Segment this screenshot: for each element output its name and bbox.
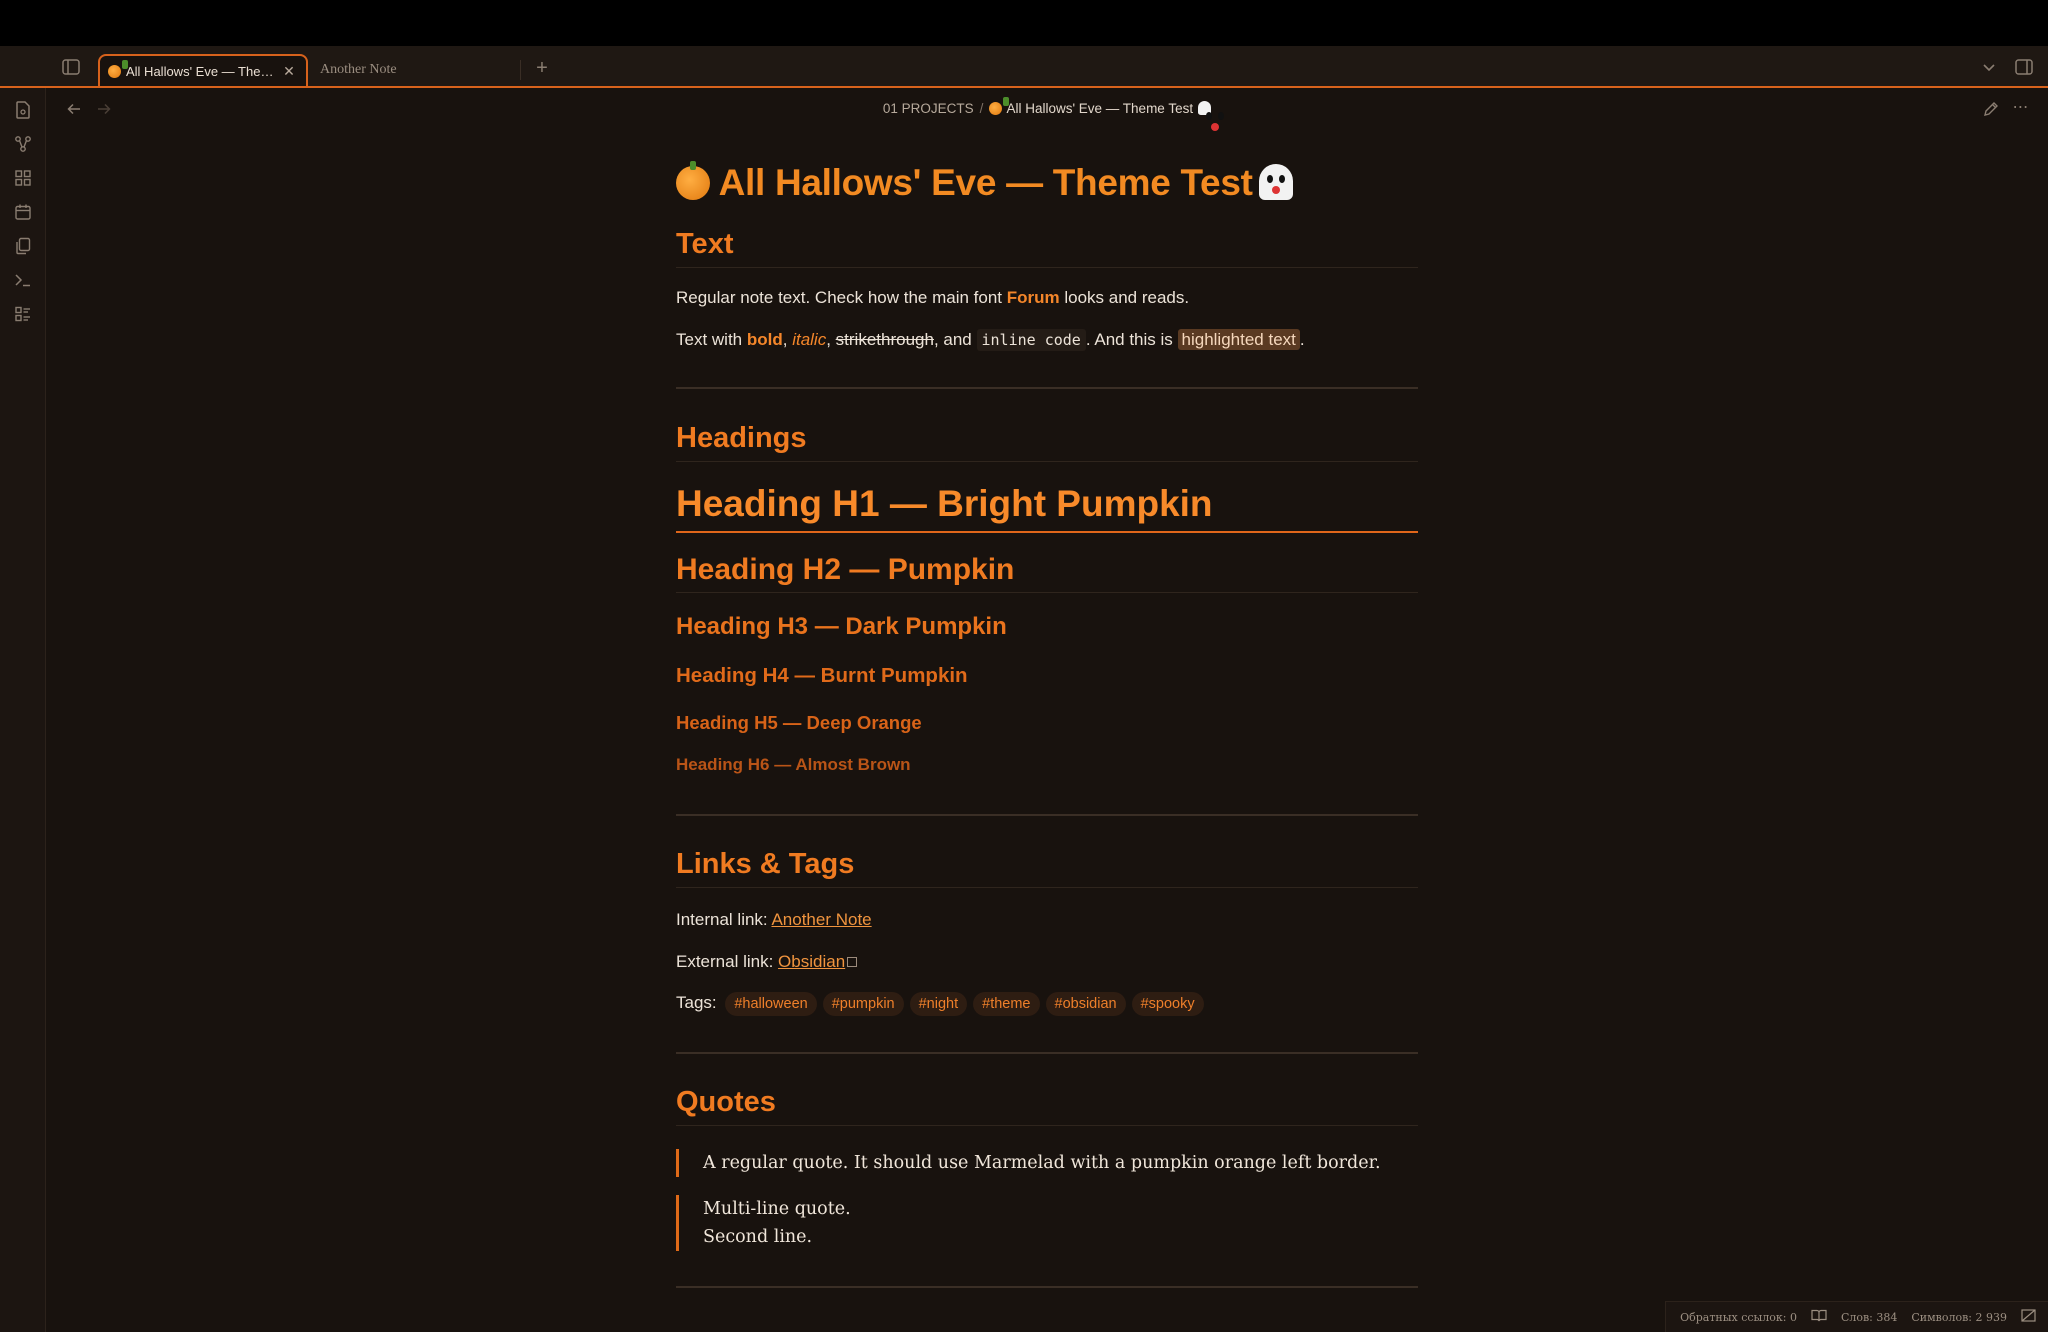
window-top-bar	[0, 0, 2048, 46]
blockquote: A regular quote. It should use Marmelad …	[676, 1149, 1418, 1177]
heading-h1: Heading H1 — Bright Pumpkin	[676, 483, 1418, 533]
paragraph-external-link: External link: Obsidian	[676, 952, 1418, 972]
breadcrumb-folder[interactable]: 01 PROJECTS	[883, 101, 974, 116]
note-title: All Hallows' Eve — Theme Test	[676, 161, 1293, 204]
terminal-icon[interactable]	[13, 270, 33, 290]
text-run: ,	[826, 330, 836, 349]
edit-pencil-icon[interactable]	[1981, 99, 2001, 119]
bold-font-name: Forum	[1006, 288, 1060, 307]
text-run: , and	[933, 330, 977, 349]
horizontal-rule	[676, 814, 1418, 816]
new-tab-icon[interactable]: +	[530, 56, 554, 80]
external-link[interactable]: Obsidian	[778, 952, 845, 971]
more-options-icon[interactable]: ⋯	[2010, 97, 2032, 117]
close-icon[interactable]: ✕	[280, 63, 298, 80]
section-heading-links-tags: Links & Tags	[676, 848, 1418, 888]
internal-link[interactable]: Another Note	[771, 910, 871, 929]
quote-line: Multi-line quote.	[703, 1199, 851, 1219]
tab-label: All Hallows' Eve — Theme...	[126, 63, 280, 79]
view-header: 01 PROJECTS / All Hallows' Eve — Theme Tes…	[46, 88, 2048, 131]
italic-text: italic	[792, 330, 827, 349]
section-heading-text: Text	[676, 228, 1418, 268]
breadcrumb: 01 PROJECTS / All Hallows' Eve — Theme Tes…	[46, 97, 2048, 131]
tag-theme[interactable]: #theme	[973, 992, 1040, 1016]
bold-text: bold	[746, 330, 783, 349]
text-run: Internal link:	[676, 910, 772, 929]
paragraph-regular-text: Regular note text. Check how the main fo…	[676, 288, 1418, 308]
horizontal-rule	[676, 1286, 1418, 1288]
backlinks-count[interactable]: Обратных ссылок: 0	[1680, 1311, 1797, 1324]
inline-code: inline code	[976, 329, 1086, 351]
external-link-icon	[847, 957, 858, 967]
tag-pumpkin[interactable]: #pumpkin	[822, 992, 904, 1016]
graph-icon[interactable]	[13, 134, 33, 154]
highlighted-text: highlighted text	[1177, 329, 1300, 350]
text-run: Text with	[676, 330, 747, 349]
chevron-down-icon[interactable]	[1978, 58, 2000, 78]
strikethrough-text: strikethrough	[835, 330, 934, 349]
breadcrumb-separator: /	[979, 101, 984, 116]
reading-mode-icon[interactable]	[1811, 1309, 1827, 1325]
pumpkin-icon	[989, 97, 1010, 115]
text-run: . And this is	[1085, 330, 1178, 349]
text-run: looks and reads.	[1059, 288, 1190, 307]
horizontal-rule	[676, 1052, 1418, 1054]
paragraph-formatting: Text with bold, italic, strikethrough, a…	[676, 329, 1418, 351]
left-ribbon	[0, 88, 46, 1332]
tag-night[interactable]: #night	[909, 992, 968, 1016]
tab-another-note[interactable]: Another Note	[310, 54, 520, 86]
section-heading-headings: Headings	[676, 422, 1418, 462]
calendar-icon[interactable]	[13, 202, 33, 222]
pumpkin-icon	[676, 161, 710, 200]
sidebar-toggle-icon[interactable]	[58, 56, 84, 78]
canvas-grid-icon[interactable]	[13, 168, 33, 188]
text-run: .	[1299, 330, 1305, 349]
status-bar: Обратных ссылок: 0 Слов: 384 Символов: 2…	[1665, 1301, 2048, 1332]
text-run: External link:	[676, 952, 779, 971]
breadcrumb-title[interactable]: All Hallows' Eve — Theme Test	[1006, 101, 1193, 116]
file-icon[interactable]	[13, 100, 33, 120]
tab-bar: All Hallows' Eve — Theme... ✕ Another No…	[0, 46, 2048, 88]
text-run: Tags:	[676, 993, 722, 1012]
tab-all-hallows-eve[interactable]: All Hallows' Eve — Theme... ✕	[98, 54, 308, 86]
copy-icon[interactable]	[13, 236, 33, 256]
ghost-icon	[1198, 101, 1220, 131]
quote-line: Second line.	[703, 1227, 813, 1247]
heading-h3: Heading H3 — Dark Pumpkin	[676, 613, 1007, 640]
right-sidebar-toggle-icon[interactable]	[2012, 56, 2036, 78]
tag-obsidian[interactable]: #obsidian	[1045, 992, 1126, 1016]
text-run: ,	[782, 330, 793, 349]
heading-h5: Heading H5 — Deep Orange	[676, 712, 922, 733]
paragraph-tags: Tags: #halloween #pumpkin #night #theme #obs…	[676, 992, 1418, 1016]
section-heading-quotes: Quotes	[676, 1086, 1418, 1126]
paragraph-internal-link: Internal link: Another Note	[676, 910, 1418, 930]
sync-status-icon[interactable]	[2021, 1309, 2036, 1325]
quote-text: A regular quote. It should use Marmelad …	[703, 1153, 1381, 1173]
tag-spooky[interactable]: #spooky	[1131, 992, 1204, 1016]
note-title-text: All Hallows' Eve — Theme Test	[718, 162, 1253, 203]
word-count: Слов: 384	[1840, 1310, 1898, 1324]
list-icon[interactable]	[13, 304, 33, 324]
tab-label: Another Note	[320, 62, 397, 77]
blockquote-multiline: Multi-line quote. Second line.	[676, 1195, 1418, 1251]
text-run: Regular note text. Check how the main fo…	[676, 288, 1007, 307]
tab-divider	[520, 60, 521, 80]
tag-halloween[interactable]: #halloween	[725, 992, 817, 1016]
pumpkin-icon	[108, 59, 128, 78]
horizontal-rule	[676, 387, 1418, 389]
ghost-icon	[1258, 164, 1293, 200]
heading-h4: Heading H4 — Burnt Pumpkin	[676, 664, 968, 687]
heading-h2: Heading H2 — Pumpkin	[676, 553, 1418, 593]
heading-h6: Heading H6 — Almost Brown	[676, 755, 911, 774]
char-count: Символов: 2 939	[1911, 1310, 2007, 1324]
